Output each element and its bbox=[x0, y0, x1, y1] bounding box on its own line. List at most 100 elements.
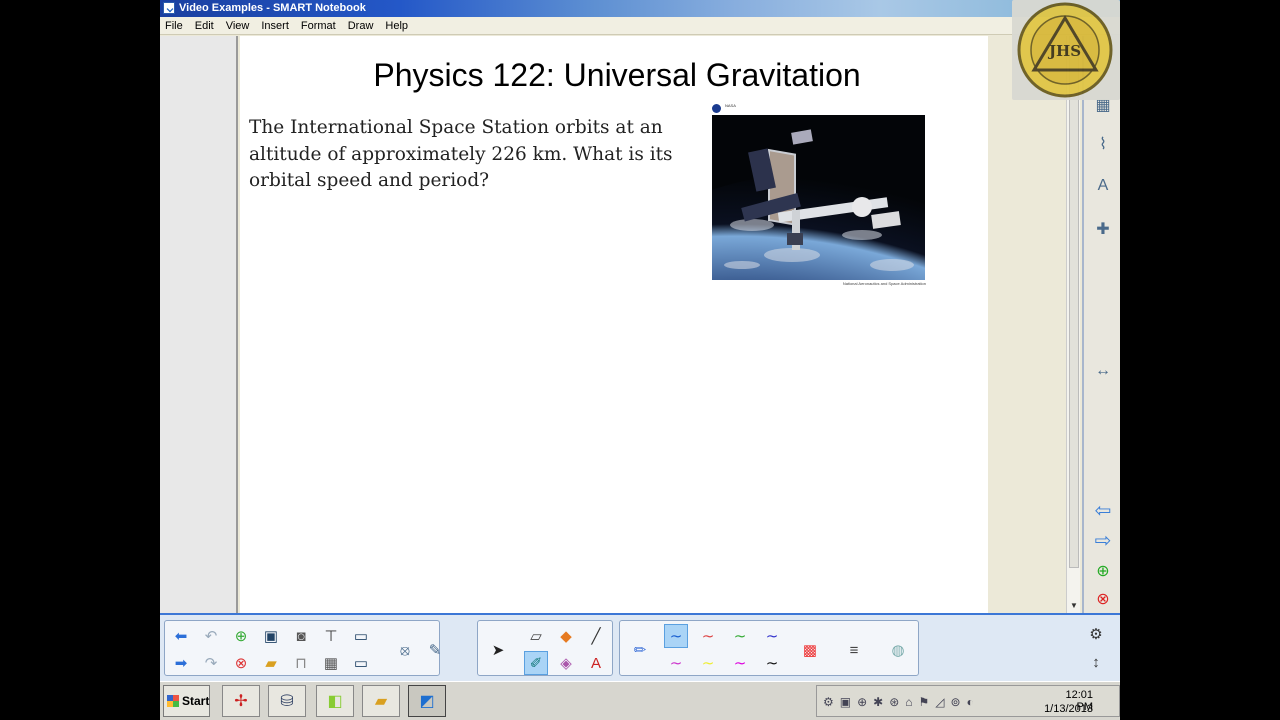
watermark-text: JHS bbox=[1047, 42, 1081, 60]
side-tab-panel: ▦ ⌇ A ✚ ↔ ⇦ ⇨ ⊕ ⊗ bbox=[1082, 36, 1120, 613]
recorder-icon: ⛁ bbox=[280, 693, 294, 710]
main-toolbar: ⬅ ↶ ⊕ ▣ ◙ ⊤ ▭ ➡ ↷ ⊗ ▰ ⊓ ▦ ▭ ⦻ ✎ ➤ ▱ ◆ ╱ … bbox=[160, 613, 1120, 681]
addons-tab[interactable]: ✚ bbox=[1090, 216, 1116, 242]
open-file-button[interactable]: ▰ bbox=[259, 651, 283, 675]
select-tool[interactable]: ➤ bbox=[486, 638, 510, 662]
up-down-arrow-icon: ↕ bbox=[1092, 653, 1100, 671]
compass-icon: ✢ bbox=[234, 693, 248, 710]
pen-color-magenta[interactable]: ∼ bbox=[728, 651, 752, 675]
blank-page-button[interactable]: ⊕ bbox=[229, 624, 253, 648]
pen-properties-button[interactable]: ✏ bbox=[628, 638, 652, 662]
attachments-tab[interactable]: ⌇ bbox=[1090, 131, 1116, 157]
arrow-left-icon: ⇦ bbox=[1094, 499, 1112, 522]
add-page-button[interactable]: ⊕ bbox=[1090, 558, 1116, 584]
taskbar-app-recorder[interactable]: ⛁ bbox=[268, 685, 306, 717]
menu-help[interactable]: Help bbox=[384, 20, 409, 32]
undo-button[interactable]: ↶ bbox=[199, 624, 223, 648]
iss-image[interactable]: NASA National Aeronautics and Space Admi… bbox=[712, 102, 926, 292]
school-logo-watermark: JHS bbox=[1012, 0, 1120, 100]
line-tool[interactable]: ╱ bbox=[584, 624, 608, 648]
dual-page-button[interactable]: ▭ bbox=[349, 651, 373, 675]
redo-icon: ↷ bbox=[204, 655, 218, 672]
start-button[interactable]: Start bbox=[163, 685, 210, 717]
scroll-down-arrow[interactable]: ▼ bbox=[1069, 601, 1079, 611]
back-button[interactable]: ⬅ bbox=[169, 624, 193, 648]
menu-draw[interactable]: Draw bbox=[347, 20, 375, 32]
next-page-button[interactable]: ⇨ bbox=[1090, 527, 1116, 553]
pen-color-purple[interactable]: ∼ bbox=[664, 651, 688, 675]
arrow-left-icon: ⬅ bbox=[174, 628, 188, 645]
taskbar-app-compass[interactable]: ✢ bbox=[222, 685, 260, 717]
properties-tab[interactable]: A bbox=[1090, 173, 1116, 199]
screen-capture-button[interactable]: ◙ bbox=[289, 624, 313, 648]
floppy-icon: ▣ bbox=[263, 628, 279, 645]
shapes-tool[interactable]: ◆ bbox=[554, 624, 578, 648]
taskbar-app-smart-notebook[interactable]: ◩ bbox=[408, 685, 446, 717]
arrow-right-icon: ➡ bbox=[174, 655, 188, 672]
vertical-scrollbar[interactable]: ▼ bbox=[1066, 36, 1080, 613]
arrow-right-icon: ⇨ bbox=[1094, 529, 1112, 552]
scrollbar-thumb[interactable] bbox=[1069, 36, 1079, 568]
problem-text[interactable]: The International Space Station orbits a… bbox=[249, 115, 679, 195]
taskbar-app-explorer[interactable]: ▰ bbox=[362, 685, 400, 717]
forward-button[interactable]: ➡ bbox=[169, 651, 193, 675]
pen-color-blue-2[interactable]: ∼ bbox=[760, 624, 784, 648]
table-icon: ▦ bbox=[323, 655, 339, 672]
previous-page-button[interactable]: ⇦ bbox=[1090, 497, 1116, 523]
squiggle-icon: ∼ bbox=[765, 655, 779, 672]
page-title[interactable]: Physics 122: Universal Gravitation bbox=[240, 57, 994, 94]
save-button[interactable]: ▣ bbox=[259, 624, 283, 648]
squiggle-icon: ∼ bbox=[733, 655, 747, 672]
transparency-button[interactable]: ◍ bbox=[886, 638, 910, 662]
squiggle-icon: ∼ bbox=[765, 628, 779, 645]
pens-tool[interactable]: ✐ bbox=[524, 651, 548, 675]
delete-icon: ⊗ bbox=[234, 655, 248, 672]
menu-format[interactable]: Format bbox=[300, 20, 337, 32]
fill-tool[interactable]: ◈ bbox=[554, 651, 578, 675]
magic-pen-button[interactable]: ✎ bbox=[423, 638, 447, 662]
menu-view[interactable]: View bbox=[225, 20, 251, 32]
screen-shade-button[interactable]: ⊤ bbox=[319, 624, 343, 648]
pen-tool-icon: ✎ bbox=[428, 642, 442, 659]
delete-page-toolbar-button[interactable]: ⊗ bbox=[229, 651, 253, 675]
pen-color-yellow[interactable]: ∼ bbox=[696, 651, 720, 675]
customize-toolbar-button[interactable]: ⚙ bbox=[1084, 622, 1108, 646]
pen-color-green[interactable]: ∼ bbox=[728, 624, 752, 648]
pen-color-red[interactable]: ∼ bbox=[696, 624, 720, 648]
compass-icon: ⦻ bbox=[400, 641, 410, 659]
redo-button[interactable]: ↷ bbox=[199, 651, 223, 675]
resize-tab[interactable]: ↔ bbox=[1090, 358, 1116, 384]
squiggle-icon: ∼ bbox=[669, 655, 683, 672]
windows-logo-icon bbox=[167, 695, 179, 707]
menu-file[interactable]: File bbox=[164, 20, 184, 32]
eraser-tool[interactable]: ▱ bbox=[524, 624, 548, 648]
paperclip-icon: ⌇ bbox=[1099, 136, 1107, 153]
text-tool[interactable]: A bbox=[584, 651, 608, 675]
windows-taskbar: Start ✢ ⛁ ◧ ▰ ◩ ⚙▣⊕✱⊛⌂⚑◿⊚◐ 12:01 PM 1/13… bbox=[160, 681, 1120, 720]
menu-edit[interactable]: Edit bbox=[194, 20, 215, 32]
projector-icon: ⊓ bbox=[295, 655, 307, 672]
measurement-tools-button[interactable]: ⦻ bbox=[393, 638, 417, 662]
cursor-icon: ➤ bbox=[491, 642, 505, 659]
move-toolbar-button[interactable]: ↕ bbox=[1084, 650, 1108, 674]
pen-color-black[interactable]: ∼ bbox=[760, 651, 784, 675]
insert-table-button[interactable]: ▦ bbox=[319, 651, 343, 675]
color-palette-button[interactable]: ▩ bbox=[798, 638, 822, 662]
monitor-icon: ▭ bbox=[353, 628, 369, 645]
clock-date[interactable]: 1/13/2013 bbox=[1043, 703, 1093, 715]
line-style-button[interactable]: ≡ bbox=[842, 638, 866, 662]
tray-icons[interactable]: ⚙▣⊕✱⊛⌂⚑◿⊚◐ bbox=[823, 695, 980, 709]
title-bar[interactable]: Video Examples - SMART Notebook bbox=[160, 0, 1120, 17]
page-margin-left bbox=[160, 36, 238, 613]
line-style-icon: ≡ bbox=[849, 641, 859, 659]
nasa-logo-icon bbox=[712, 104, 721, 113]
full-screen-button[interactable]: ▭ bbox=[349, 624, 373, 648]
document-camera-button[interactable]: ⊓ bbox=[289, 651, 313, 675]
notes-icon: ◧ bbox=[327, 693, 343, 710]
taskbar-app-notes[interactable]: ◧ bbox=[316, 685, 354, 717]
pen-color-blue-1[interactable]: ∼ bbox=[664, 624, 688, 648]
menu-insert[interactable]: Insert bbox=[260, 20, 290, 32]
notebook-page[interactable]: Physics 122: Universal Gravitation The I… bbox=[240, 36, 988, 613]
folder-icon: ▰ bbox=[374, 693, 388, 710]
delete-page-button[interactable]: ⊗ bbox=[1090, 586, 1116, 612]
